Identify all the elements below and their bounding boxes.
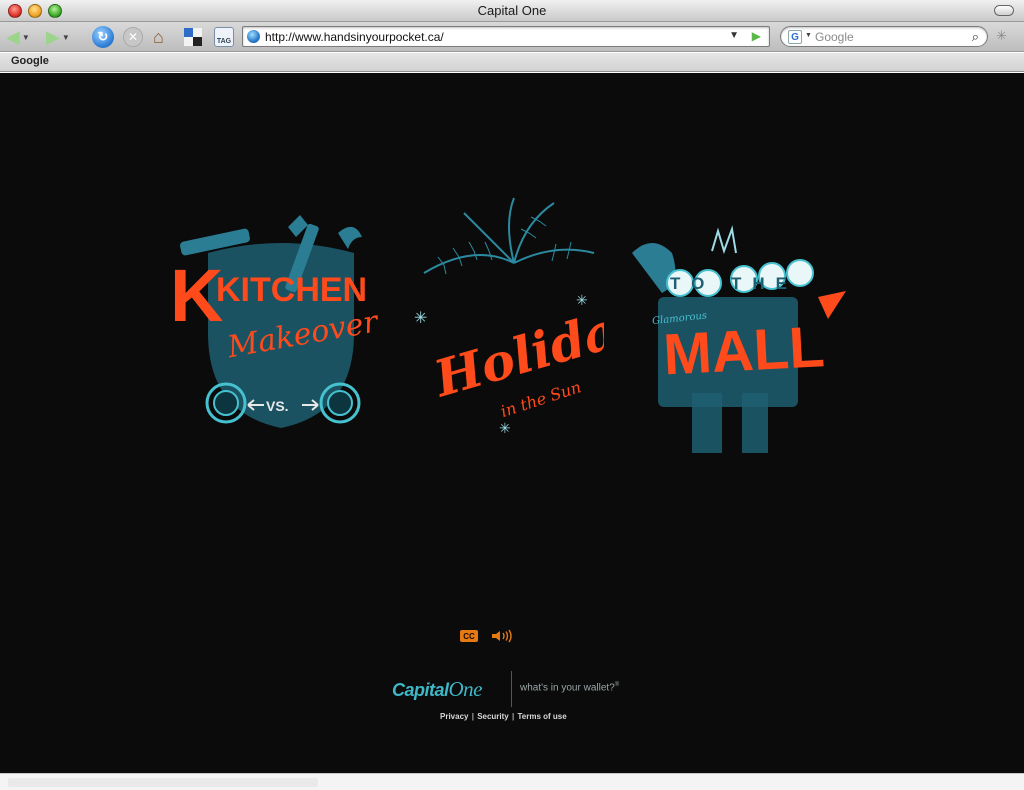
google-engine-icon[interactable]: G [788, 30, 802, 44]
stop-button[interactable]: ✕ [123, 27, 143, 47]
svg-text:✳: ✳ [414, 310, 427, 327]
footer-separator: | [471, 712, 474, 721]
status-bar [0, 773, 1024, 790]
tag-button[interactable]: TAG [214, 27, 234, 47]
to-the-mall-tile[interactable]: TO THE Glamorous MALL [622, 223, 848, 453]
footer-separator: | [512, 712, 515, 721]
terms-of-use-link[interactable]: Terms of use [517, 712, 566, 721]
footer-links: Privacy | Security | Terms of use [440, 712, 567, 721]
reload-button[interactable]: ↻ [92, 26, 114, 48]
stop-icon: ✕ [123, 27, 143, 47]
speaker-icon [492, 629, 512, 643]
tag-label: TAG [216, 38, 232, 45]
reload-icon: ↻ [92, 26, 114, 48]
capital-one-logo[interactable]: CapitalOne [392, 677, 483, 702]
logo-one-text: One [448, 677, 483, 701]
kitchen-makeover-tile[interactable]: K KITCHEN Makeover VS. [168, 213, 394, 443]
back-button[interactable]: ◀ ▼ [6, 27, 30, 47]
to-the-title: TO THE [670, 274, 798, 293]
search-bar[interactable]: G ▼ ⌕ [780, 26, 988, 47]
brand-divider [511, 671, 512, 707]
kitchen-illustration: K KITCHEN Makeover VS. [170, 215, 382, 428]
privacy-link[interactable]: Privacy [440, 712, 468, 721]
bookmark-button[interactable] [184, 27, 202, 47]
magnifier-icon[interactable]: ⌕ [972, 29, 979, 45]
forward-arrow-icon: ▶ [46, 26, 60, 47]
bookmarks-bar: Google [0, 53, 1024, 72]
kitchen-title: KITCHEN [216, 271, 367, 309]
window-titlebar: Capital One [0, 0, 1024, 22]
home-button[interactable]: ⌂ [153, 27, 164, 47]
versus-label: VS. [266, 398, 289, 414]
loading-spinner-icon: ✳ [996, 28, 1007, 43]
mall-title: MALL [662, 314, 826, 387]
bookmark-icon [184, 28, 202, 46]
holiday-illustration: ✳ ✳ ✳ Holiday in the Sun [414, 197, 604, 436]
logo-capital-text: Capital [392, 680, 449, 700]
forward-history-dropdown-icon[interactable]: ▼ [62, 33, 70, 42]
cc-label: CC [463, 631, 475, 641]
forward-button[interactable]: ▶ ▼ [46, 27, 70, 47]
window-title: Capital One [477, 3, 547, 18]
closed-captions-button[interactable]: CC [460, 630, 478, 642]
security-link[interactable]: Security [477, 712, 509, 721]
back-arrow-icon: ◀ [6, 26, 20, 47]
holiday-in-the-sun-tile[interactable]: ✳ ✳ ✳ Holiday in the Sun [404, 193, 604, 443]
browser-toolbar: ◀ ▼ ▶ ▼ ↻ ✕ ⌂ TAG http://www.handsinyour… [0, 22, 1024, 52]
toolbar-toggle-button[interactable] [994, 5, 1014, 16]
mall-illustration: TO THE Glamorous MALL [632, 225, 846, 453]
address-bar[interactable]: http://www.handsinyourpocket.ca/ ▼ ▶ [242, 26, 770, 47]
sound-toggle-button[interactable] [490, 629, 516, 643]
go-arrow-icon[interactable]: ▶ [752, 29, 761, 43]
home-icon: ⌂ [153, 26, 164, 47]
capital-one-brand[interactable]: CapitalOne what's in your wallet?® [392, 671, 652, 711]
search-input[interactable] [815, 29, 955, 45]
status-progress-track [8, 778, 318, 787]
registered-mark: ® [614, 682, 620, 688]
page-content: K KITCHEN Makeover VS. ✳ ✳ ✳ Holiday in … [0, 73, 1024, 773]
tagline-text: what's in your wallet? [520, 682, 615, 694]
brand-tagline: what's in your wallet?® [520, 682, 619, 693]
globe-icon [247, 30, 260, 43]
media-controls: CC [460, 628, 516, 644]
url-history-dropdown-icon[interactable]: ▼ [729, 30, 739, 41]
url-text[interactable]: http://www.handsinyourpocket.ca/ [265, 30, 444, 44]
svg-text:✳: ✳ [499, 420, 511, 436]
search-engine-dropdown-icon[interactable]: ▼ [805, 32, 812, 39]
back-history-dropdown-icon[interactable]: ▼ [22, 33, 30, 42]
bookmark-google[interactable]: Google [11, 55, 49, 67]
tag-icon: TAG [214, 27, 234, 47]
